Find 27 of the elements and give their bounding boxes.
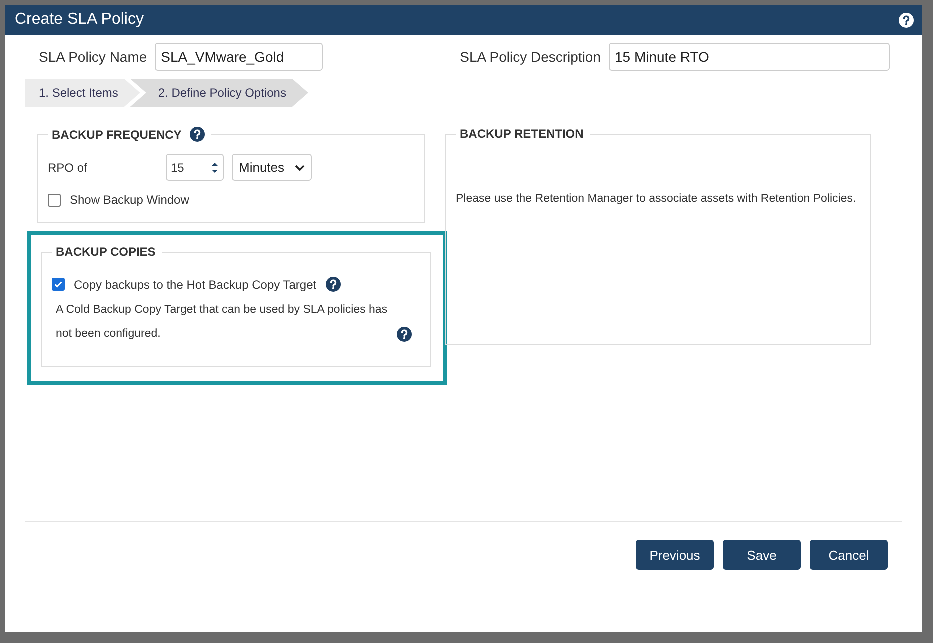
checkbox[interactable] [48, 194, 61, 206]
help-icon[interactable] [899, 12, 914, 28]
field-label: SLA Policy Description [460, 49, 601, 65]
dialog-title: Create SLA Policy [15, 11, 144, 29]
wizard-step[interactable]: 1. Select Items [25, 79, 140, 107]
info-text: Please use the Retention Manager to associate assets with Retention Policies. [456, 193, 858, 205]
help-icon[interactable] [326, 277, 341, 292]
wizard-step[interactable]: 2. Define Policy Options [130, 79, 308, 107]
dialog-button[interactable]: Cancel [810, 540, 888, 570]
dialog-button[interactable]: Previous [636, 540, 714, 570]
chevron-down-icon [295, 164, 305, 170]
section-title: BACKUP RETENTION [460, 127, 584, 141]
help-icon[interactable] [397, 327, 412, 342]
info-text: A Cold Backup Copy Target that can be used by SLA policies has not been configured. [56, 303, 389, 342]
checkbox-label: Copy backups to the Hot Backup Copy Target [74, 278, 317, 292]
checkbox[interactable] [52, 278, 65, 291]
rpo-label: RPO of [48, 160, 88, 174]
field-label: SLA Policy Name [39, 49, 148, 65]
unit-dropdown[interactable]: Minutes [232, 154, 312, 181]
help-icon[interactable] [190, 127, 205, 142]
dialog-button[interactable]: Save [723, 540, 801, 570]
text-field[interactable]: SLA_VMware_Gold [155, 43, 324, 71]
section-title: BACKUP FREQUENCY [52, 128, 182, 142]
text-field[interactable]: 15 Minute RTO [609, 43, 890, 71]
checkbox-label: Show Backup Window [70, 193, 190, 207]
section-title: BACKUP COPIES [56, 245, 156, 259]
number-field[interactable]: 15 [166, 154, 224, 181]
